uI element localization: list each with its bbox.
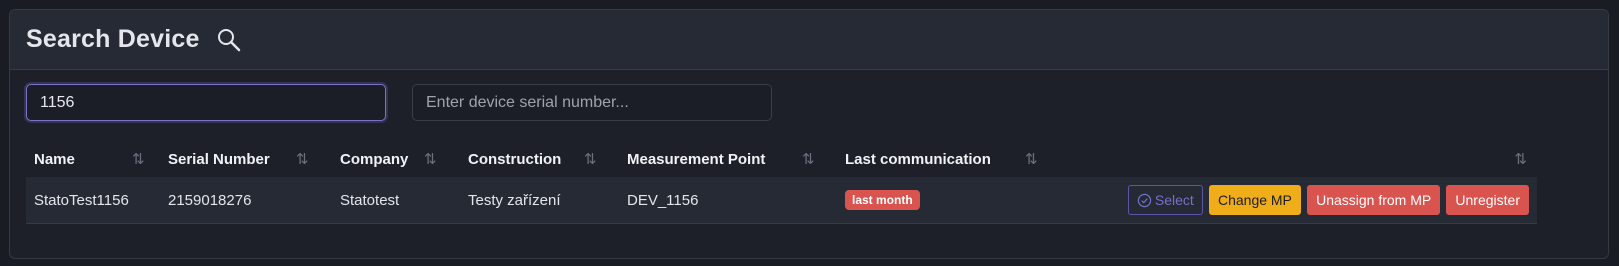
sort-icon[interactable]: ⇅	[424, 150, 437, 168]
cell-name: StatoTest1156	[34, 191, 129, 209]
sort-icon[interactable]: ⇅	[802, 150, 815, 168]
column-header-measurement-point[interactable]: Measurement Point ⇅	[619, 141, 837, 177]
devices-table: Name ⇅ Serial Number ⇅ Company ⇅ Constru…	[26, 141, 1537, 224]
sort-icon[interactable]: ⇅	[584, 150, 597, 168]
select-label: Select	[1154, 192, 1194, 208]
check-circle-icon	[1137, 189, 1152, 217]
sort-icon[interactable]: ⇅	[296, 150, 309, 168]
column-header-name[interactable]: Name ⇅	[26, 141, 160, 177]
unassign-from-mp-button[interactable]: Unassign from MP	[1307, 185, 1441, 215]
search-icon	[216, 27, 242, 53]
table-row: StatoTest1156 2159018276 Statotest Testy…	[26, 177, 1537, 224]
column-header-construction[interactable]: Construction ⇅	[460, 141, 619, 177]
card-header: Search Device	[10, 10, 1608, 70]
cell-serial-number: 2159018276	[168, 191, 252, 209]
column-header-actions[interactable]: ⇅	[1065, 141, 1537, 177]
select-button[interactable]: Select	[1127, 185, 1203, 217]
column-header-serial-number[interactable]: Serial Number ⇅	[160, 141, 332, 177]
sort-icon[interactable]: ⇅	[1025, 150, 1038, 168]
cell-last-communication: last month	[837, 177, 1065, 224]
column-label: Serial Number	[168, 150, 270, 168]
name-search-input[interactable]	[26, 84, 386, 121]
column-label: Measurement Point	[627, 150, 766, 168]
sort-icon[interactable]: ⇅	[132, 150, 145, 168]
column-label: Last communication	[845, 150, 991, 168]
column-label: Name	[34, 150, 75, 168]
column-label: Company	[340, 150, 409, 168]
last-communication-badge: last month	[845, 190, 920, 210]
search-device-card: Search Device Name ⇅ Serial Number ⇅	[9, 9, 1609, 259]
column-label: Construction	[468, 150, 562, 168]
cell-actions: Select Change MP Unassign from MP Unregi…	[1065, 177, 1537, 224]
column-header-last-communication[interactable]: Last communication ⇅	[837, 141, 1065, 177]
change-mp-button[interactable]: Change MP	[1208, 185, 1301, 215]
cell-measurement-point: DEV_1156	[627, 191, 699, 209]
unregister-button[interactable]: Unregister	[1446, 185, 1529, 215]
cell-construction: Testy zařízení	[468, 191, 561, 209]
cell-company: Statotest	[340, 191, 400, 209]
page-title: Search Device	[26, 25, 200, 53]
sort-icon[interactable]: ⇅	[1514, 150, 1527, 168]
serial-search-input[interactable]	[412, 84, 772, 121]
table-header-row: Name ⇅ Serial Number ⇅ Company ⇅ Constru…	[26, 141, 1537, 177]
column-header-company[interactable]: Company ⇅	[332, 141, 460, 177]
